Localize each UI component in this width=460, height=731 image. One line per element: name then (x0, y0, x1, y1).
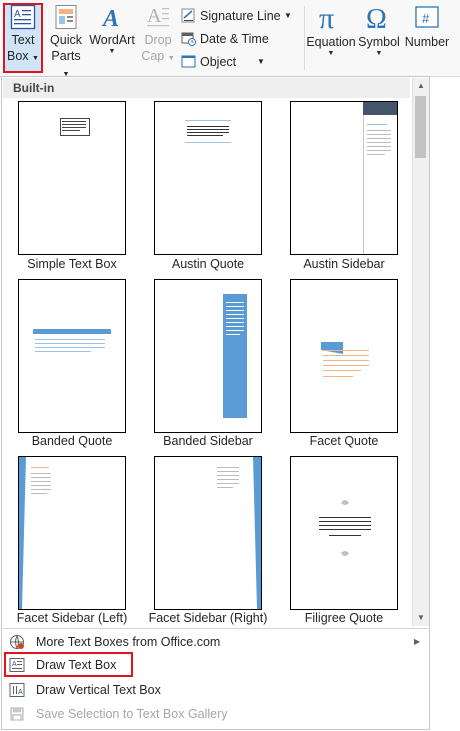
text-box-icon: A (10, 4, 36, 30)
simple-text-box-preview (18, 101, 126, 255)
scroll-up-icon[interactable]: ▲ (413, 78, 429, 94)
draw-text-box-label: Draw Text Box (36, 658, 117, 672)
svg-text:#: # (422, 11, 430, 26)
chevron-down-icon: ▼ (108, 48, 116, 55)
wordart-icon: A (99, 4, 125, 32)
gallery-item-label: Facet Quote (309, 434, 379, 448)
gallery-item-label: Facet Sidebar (Left) (16, 611, 128, 625)
scroll-down-icon[interactable]: ▼ (413, 610, 429, 626)
save-selection-menu-item[interactable]: Save Selection to Text Box Gallery (4, 703, 424, 725)
scrollbar-thumb[interactable] (415, 96, 426, 158)
svg-text:π: π (319, 4, 334, 32)
symbol-button[interactable]: Ω Symbol ▼ (358, 4, 400, 58)
facet-sidebar-left-preview (18, 456, 126, 610)
banded-quote-preview (18, 279, 126, 433)
pi-icon: π (316, 2, 346, 35)
chevron-down-icon: ▼ (257, 57, 265, 66)
chevron-down-icon: ▼ (32, 55, 39, 62)
chevron-down-icon: ▼ (327, 50, 335, 57)
drop-cap-button[interactable]: A Drop Cap ▼ (140, 4, 176, 64)
number-label: Number (404, 35, 450, 49)
more-text-boxes-label: More Text Boxes from Office.com (36, 635, 221, 649)
equation-label: Equation (306, 35, 356, 49)
more-text-boxes-menu-item[interactable]: More Text Boxes from Office.com ▶ (4, 631, 424, 653)
svg-text:A: A (147, 5, 162, 27)
gallery-item-label: Austin Quote (171, 257, 245, 271)
svg-text:A: A (18, 689, 23, 696)
drop-cap-label-1: Drop (144, 33, 172, 47)
office-com-icon (9, 634, 25, 650)
object-label: Object (200, 55, 237, 69)
symbol-label: Symbol (358, 35, 400, 49)
quick-parts-icon (53, 4, 79, 30)
drop-cap-label-2: Cap (141, 49, 165, 63)
draw-text-box-icon: A (9, 657, 25, 673)
object-icon (181, 54, 196, 69)
gallery-item-label: Banded Quote (31, 434, 113, 448)
signature-line-label: Signature Line (200, 9, 281, 23)
draw-vertical-text-box-menu-item[interactable]: A Draw Vertical Text Box (4, 679, 424, 701)
drop-cap-icon: A (145, 4, 171, 30)
object-button[interactable]: Object ▼ (181, 52, 291, 72)
chevron-down-icon: ▼ (375, 50, 383, 57)
svg-text:A: A (12, 661, 17, 668)
equation-button[interactable]: π Equation ▼ (306, 2, 356, 58)
number-icon: # (413, 4, 441, 32)
facet-right-shape-icon (253, 457, 261, 609)
gallery-item-label: Banded Sidebar (163, 434, 253, 448)
ribbon-separator (304, 6, 305, 70)
austin-sidebar-preview (290, 101, 398, 255)
banded-sidebar-preview (154, 279, 262, 433)
filigree-ornament-icon (341, 500, 349, 556)
gallery-item-label: Austin Sidebar (303, 257, 385, 271)
svg-text:A: A (14, 9, 21, 20)
facet-quote-preview (290, 279, 398, 433)
wordart-label: WordArt (89, 33, 135, 47)
save-selection-label: Save Selection to Text Box Gallery (36, 707, 228, 721)
ribbon-insert-text-group: A Text Box ▼ Quick Parts ▼ A WordArt ▼ A… (0, 0, 460, 80)
facet-left-shape-icon (19, 457, 26, 609)
quick-parts-button[interactable]: Quick Parts ▼ (48, 4, 84, 80)
omega-icon: Ω (364, 4, 394, 35)
gallery-section-header: Built-in (3, 78, 410, 98)
sidebar-band (223, 294, 247, 418)
svg-text:Ω: Ω (366, 4, 387, 32)
wordart-button[interactable]: A WordArt ▼ (88, 4, 136, 56)
facet-sidebar-right-preview (154, 456, 262, 610)
chevron-down-icon: ▼ (167, 55, 175, 62)
save-selection-icon (9, 706, 25, 722)
austin-quote-preview (154, 101, 262, 255)
gallery-item-label: Simple Text Box (27, 257, 117, 271)
band-bar (33, 329, 111, 334)
sidebar-header-bar (363, 102, 397, 115)
text-box-label-2: Box (7, 49, 29, 63)
number-button[interactable]: # Number (402, 4, 452, 50)
text-box-label-1: Text (11, 33, 35, 47)
gallery-item-label: Filigree Quote (304, 611, 384, 625)
text-box-button[interactable]: A Text Box ▼ (4, 4, 42, 64)
filigree-quote-preview (290, 456, 398, 610)
quick-parts-label-2: Parts (51, 49, 81, 63)
draw-text-box-menu-item[interactable]: A Draw Text Box (4, 654, 424, 676)
chevron-down-icon: ▼ (284, 11, 292, 20)
draw-vertical-text-box-label: Draw Vertical Text Box (36, 683, 161, 697)
date-time-label: Date & Time (200, 32, 269, 46)
vertical-text-box-icon: A (9, 682, 25, 698)
date-time-icon (181, 31, 196, 46)
quick-parts-label-1: Quick (50, 33, 82, 47)
gallery-scrollbar[interactable]: ▲ ▼ (412, 78, 429, 626)
svg-text:A: A (101, 6, 119, 30)
gallery-item-label: Facet Sidebar (Right) (148, 611, 268, 625)
signature-line-icon (181, 8, 196, 23)
chevron-right-icon: ▶ (414, 637, 421, 646)
facet-shape-icon (321, 342, 343, 354)
date-time-button[interactable]: Date & Time (181, 29, 291, 49)
menu-divider (3, 628, 428, 629)
signature-line-button[interactable]: Signature Line ▼ (181, 6, 296, 26)
